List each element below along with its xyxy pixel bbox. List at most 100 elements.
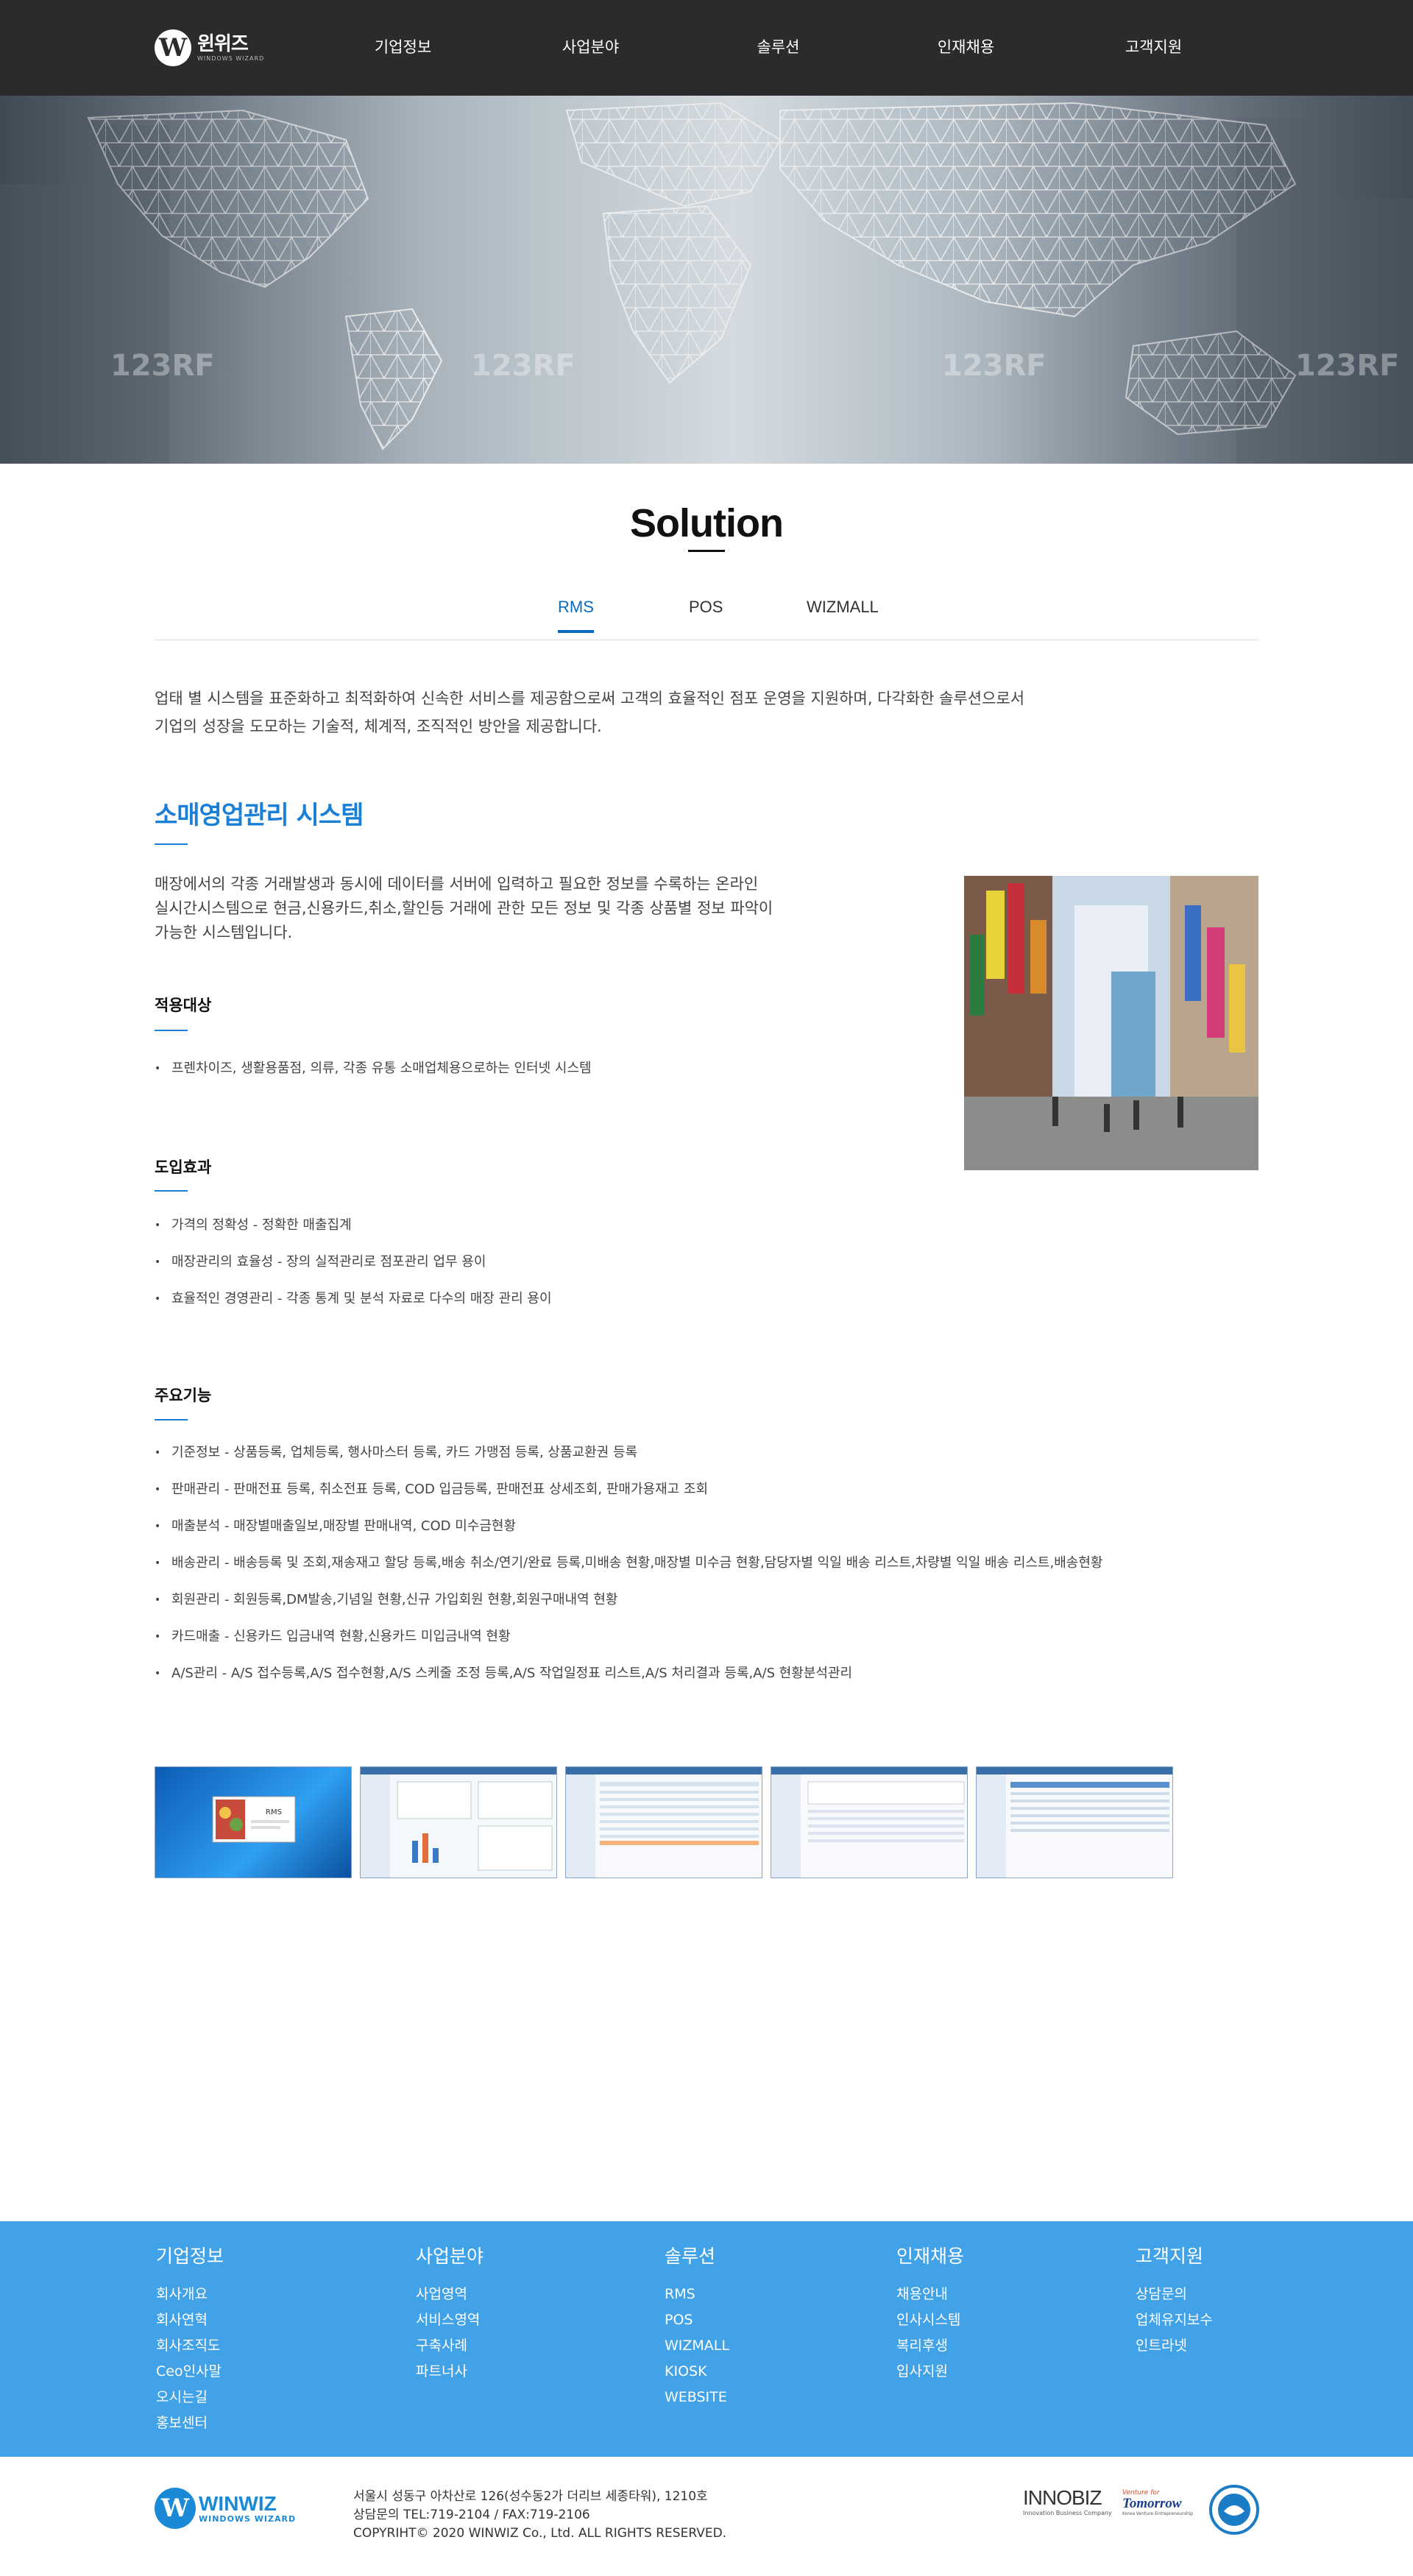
tab-pos[interactable]: POS: [689, 598, 723, 630]
footer-link[interactable]: 홍보센터: [156, 2410, 224, 2436]
footer-logo-mark: W: [155, 2488, 196, 2529]
list-item: 효율적인 경영관리 - 각종 통계 및 분석 자료로 다수의 매장 관리 용이: [155, 1290, 552, 1327]
title-underline: [688, 550, 725, 552]
footer-link[interactable]: 입사지원: [896, 2359, 964, 2385]
main-nav: 기업정보 사업분야 솔루션 인재채용 고객지원: [309, 0, 1247, 96]
innobiz-badge: INNOBIZ Innovation Business Company: [1023, 2486, 1112, 2516]
screenshot-thumb-1[interactable]: RMS: [155, 1766, 352, 1878]
tab-wizmall[interactable]: WIZMALL: [807, 598, 879, 630]
footer-col-recruit: 인재채용 채용안내 인사시스템 복리후생 입사지원: [896, 2242, 964, 2385]
footer-link[interactable]: 채용안내: [896, 2282, 964, 2307]
list-item: 매출분석 - 매장별매출일보,매장별 판매내역, COD 미수금현황: [155, 1518, 1102, 1554]
footer-link[interactable]: 오시는길: [156, 2385, 224, 2410]
footer-sitemap: 기업정보 회사개요 회사연혁 회사조직도 Ceo인사말 오시는길 홍보센터 사업…: [0, 2221, 1413, 2457]
watermark-3: 123RF: [942, 349, 1047, 383]
page-title: Solution: [630, 501, 784, 545]
target-title-underline: [155, 1030, 188, 1031]
footer-logo-name: WINWIZ: [199, 2491, 277, 2515]
street-photo: [964, 876, 1258, 1170]
footer-col-title: 사업분야: [416, 2246, 484, 2267]
list-item: 매장관리의 효율성 - 장의 실적관리로 점포관리 업무 용이: [155, 1253, 552, 1290]
nav-item-support[interactable]: 고객지원: [1060, 0, 1247, 96]
logo-mark: W: [155, 29, 191, 66]
innobiz-name: INNOBIZ: [1023, 2486, 1102, 2509]
target-list: 프렌차이즈, 생활용품점, 의류, 각종 유통 소매업체용으로하는 인터넷 시스…: [155, 1060, 592, 1097]
list-item: 카드매출 - 신용카드 입금내역 현황,신용카드 미입금내역 현황: [155, 1628, 1102, 1665]
footer-link[interactable]: 상담문의: [1136, 2282, 1213, 2307]
footer-col-business: 사업분야 사업영역 서비스영역 구축사례 파트너사: [416, 2242, 484, 2385]
address-text: 서울시 성동구 아차산로 126(성수동2가 더리브 세종타워), 1210호: [353, 2489, 708, 2504]
contact-text: 상담문의 TEL:719-2104 / FAX:719-2106: [353, 2508, 590, 2522]
footer-link[interactable]: 회사개요: [156, 2282, 224, 2307]
footer-link[interactable]: 업체유지보수: [1136, 2307, 1213, 2333]
rms-heading-underline: [155, 843, 188, 845]
footer-col-title: 기업정보: [156, 2246, 224, 2267]
screenshot-thumb-3[interactable]: [565, 1766, 762, 1878]
watermark-4: 123RF: [1295, 349, 1400, 383]
rms-heading: 소매영업관리 시스템: [155, 801, 364, 830]
screenshot-thumb-5[interactable]: [976, 1766, 1173, 1878]
watermark-2: 123RF: [471, 349, 576, 383]
nav-item-recruit[interactable]: 인재채용: [872, 0, 1060, 96]
solution-intro: 업태 별 시스템을 표준화하고 최적화하여 신속한 서비스를 제공함으로써 고객…: [155, 684, 1185, 740]
site-logo[interactable]: W 윈위즈 WINDOWS WIZARD: [155, 29, 264, 66]
footer-link[interactable]: 복리후생: [896, 2333, 964, 2359]
effect-title-underline: [155, 1190, 188, 1192]
feature-title: 주요기능: [155, 1387, 212, 1404]
venture-sub: Korea Venture Entrepreneurship: [1122, 2511, 1194, 2516]
footer-link[interactable]: KIOSK: [665, 2359, 729, 2385]
list-item: 프렌차이즈, 생활용품점, 의류, 각종 유통 소매업체용으로하는 인터넷 시스…: [155, 1060, 592, 1097]
footer-link[interactable]: 회사연혁: [156, 2307, 224, 2333]
footer-link[interactable]: RMS: [665, 2282, 729, 2307]
footer-logo-sub: WINDOWS WIZARD: [199, 2513, 297, 2524]
nav-item-solution[interactable]: 솔루션: [684, 0, 872, 96]
nav-item-business[interactable]: 사업분야: [497, 0, 684, 96]
desc-line-2: 실시간시스템으로 현금,신용카드,취소,할인등 거래에 관한 모든 정보 및 각…: [155, 899, 773, 917]
intro-line-2: 기업의 성장을 도모하는 기술적, 체계적, 조직적인 방안을 제공합니다.: [155, 718, 602, 735]
footer-col-solution: 솔루션 RMS POS WIZMALL KIOSK WEBSITE: [665, 2242, 729, 2410]
innobiz-sub: Innovation Business Company: [1023, 2510, 1112, 2516]
list-item: 기준정보 - 상품등록, 업체등록, 행사마스터 등록, 카드 가맹점 등록, …: [155, 1444, 1102, 1481]
thumb-label: RMS: [266, 1808, 282, 1816]
copyright-text: COPYRIHT© 2020 WINWIZ Co., Ltd. ALL RIGH…: [353, 2526, 727, 2541]
venture-badge: Venture for Tomorrow Korea Venture Entre…: [1122, 2489, 1193, 2516]
feature-title-underline: [155, 1419, 188, 1420]
footer-link[interactable]: 인사시스템: [896, 2307, 964, 2333]
venture-name: Tomorrow: [1122, 2496, 1182, 2511]
feature-list: 기준정보 - 상품등록, 업체등록, 행사마스터 등록, 카드 가맹점 등록, …: [155, 1444, 1102, 1702]
world-network-map: 123RF 123RF 123RF 123RF: [0, 96, 1413, 464]
footer-link[interactable]: 구축사례: [416, 2333, 484, 2359]
screenshot-thumb-4[interactable]: [771, 1766, 968, 1878]
footer-link[interactable]: 사업영역: [416, 2282, 484, 2307]
screenshot-thumb-2[interactable]: [360, 1766, 557, 1878]
hero-banner: 123RF 123RF 123RF 123RF: [0, 96, 1413, 464]
desc-line-1: 매장에서의 각종 거래발생과 동시에 데이터를 서버에 입력하고 필요한 정보를…: [155, 875, 759, 893]
list-item: 가격의 정확성 - 정확한 매출집계: [155, 1217, 552, 1253]
footer-col-company: 기업정보 회사개요 회사연혁 회사조직도 Ceo인사말 오시는길 홍보센터: [156, 2242, 224, 2436]
effect-title: 도입효과: [155, 1158, 212, 1176]
certification-seal-icon: [1209, 2485, 1259, 2538]
footer-link[interactable]: 회사조직도: [156, 2333, 224, 2359]
footer-link[interactable]: WEBSITE: [665, 2385, 729, 2410]
footer-link[interactable]: WIZMALL: [665, 2333, 729, 2359]
site-header: W 윈위즈 WINDOWS WIZARD 기업정보 사업분야 솔루션 인재채용 …: [0, 0, 1413, 96]
tab-rms[interactable]: RMS: [558, 598, 594, 633]
desc-line-3: 가능한 시스템입니다.: [155, 924, 293, 941]
footer-col-title: 솔루션: [665, 2246, 716, 2267]
nav-item-company[interactable]: 기업정보: [309, 0, 497, 96]
watermark-1: 123RF: [110, 349, 215, 383]
footer-link[interactable]: 서비스영역: [416, 2307, 484, 2333]
footer-link[interactable]: 파트너사: [416, 2359, 484, 2385]
footer-col-title: 인재채용: [896, 2246, 965, 2267]
footer-col-support: 고객지원 상담문의 업체유지보수 인트라넷: [1136, 2242, 1213, 2359]
footer-link[interactable]: 인트라넷: [1136, 2333, 1213, 2359]
footer-link[interactable]: POS: [665, 2307, 729, 2333]
footer-logo[interactable]: W WINWIZ WINDOWS WIZARD: [155, 2488, 296, 2529]
footer-link[interactable]: Ceo인사말: [156, 2359, 224, 2385]
list-item: 회원관리 - 회원등록,DM발송,기념일 현황,신규 가입회원 현황,회원구매내…: [155, 1591, 1102, 1628]
rms-description: 매장에서의 각종 거래발생과 동시에 데이터를 서버에 입력하고 필요한 정보를…: [155, 872, 861, 945]
effect-list: 가격의 정확성 - 정확한 매출집계 매장관리의 효율성 - 장의 실적관리로 …: [155, 1217, 552, 1327]
solution-tabs: RMS POS WIZMALL: [155, 589, 1258, 640]
screenshot-gallery: RMS: [155, 1766, 1181, 1878]
list-item: A/S관리 - A/S 접수등록,A/S 접수현황,A/S 스케줄 조정 등록,…: [155, 1665, 1102, 1702]
